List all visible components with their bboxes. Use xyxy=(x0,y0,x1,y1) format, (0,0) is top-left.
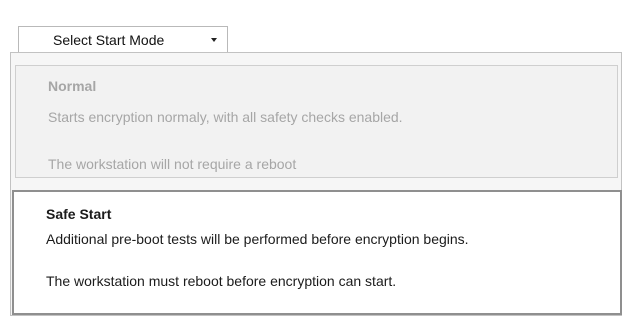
option-safe-start-description: Additional pre-boot tests will be perfor… xyxy=(46,231,469,247)
option-normal-reboot-note: The workstation will not require a reboo… xyxy=(48,156,297,172)
start-mode-select-button[interactable]: Select Start Mode xyxy=(18,26,228,52)
option-safe-start-title: Safe Start xyxy=(46,206,112,222)
option-normal-description: Starts encryption normaly, with all safe… xyxy=(48,109,403,125)
option-normal: Normal Starts encryption normaly, with a… xyxy=(15,65,618,178)
option-safe-start[interactable]: Safe Start Additional pre-boot tests wil… xyxy=(12,190,622,315)
start-mode-dropdown: Normal Starts encryption normaly, with a… xyxy=(10,52,622,316)
option-normal-title: Normal xyxy=(48,78,97,94)
option-safe-start-reboot-note: The workstation must reboot before encry… xyxy=(46,273,397,289)
start-mode-select-label: Select Start Mode xyxy=(53,31,165,48)
caret-down-icon xyxy=(211,38,217,42)
